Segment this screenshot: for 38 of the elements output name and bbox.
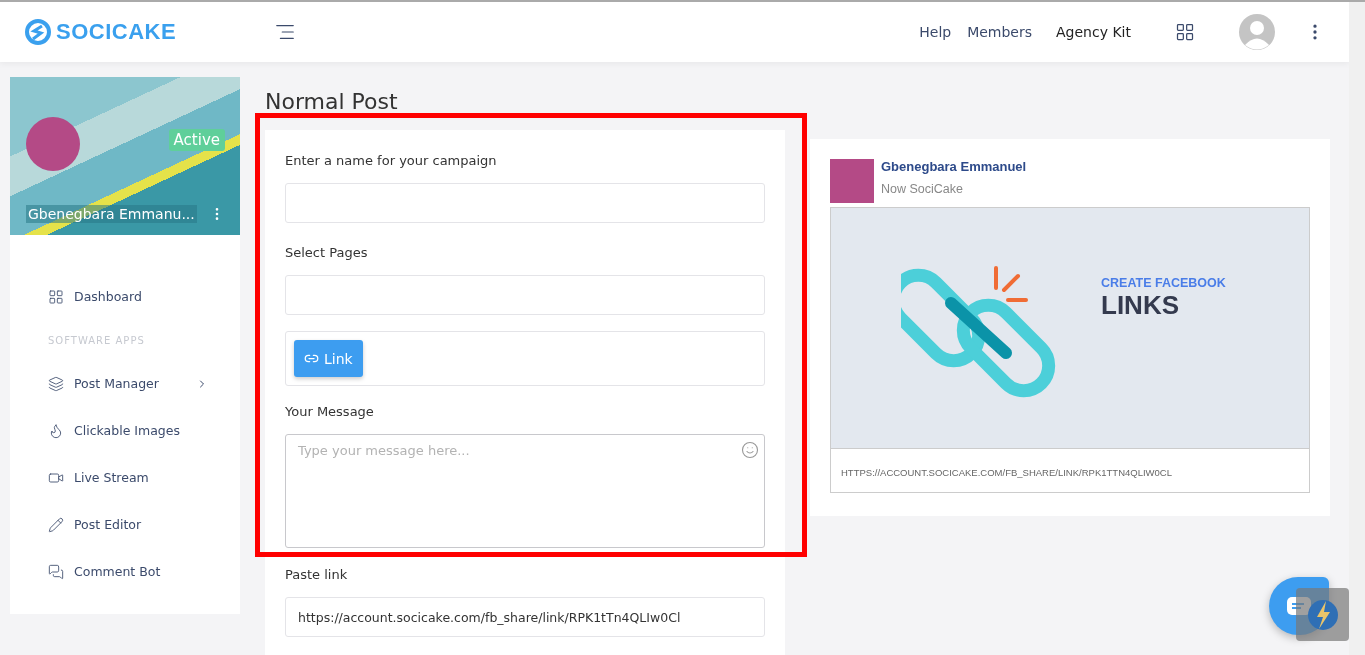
select-pages-field[interactable] — [285, 275, 765, 315]
user-avatar-icon[interactable] — [1239, 14, 1275, 50]
logo-icon — [24, 18, 52, 46]
page-title: Normal Post — [265, 89, 399, 115]
field-label: Paste link — [285, 567, 349, 583]
extension-icon[interactable] — [1296, 588, 1349, 641]
apps-grid-icon[interactable] — [1175, 22, 1195, 42]
sidebar-item[interactable]: Comment Bot — [48, 548, 208, 595]
image-title: LINKS — [1101, 289, 1180, 321]
emoji-icon[interactable] — [741, 441, 759, 459]
nav-link[interactable]: Help — [919, 24, 952, 40]
profile-name: Gbenegbara Emmanu... — [26, 205, 197, 223]
sidebar-item[interactable]: Clickable Images — [48, 407, 208, 454]
sidebar-item[interactable]: Dashboard — [48, 273, 208, 320]
nav-link[interactable]: Agency Kit — [1056, 24, 1131, 40]
section-heading: SOFTWARE APPS — [48, 333, 146, 348]
photo-placeholder — [830, 159, 874, 203]
paste-link-field[interactable]: https://account.socicake.com/fb_share/link/RPK1tTn4QLIw0Cl — [285, 597, 765, 637]
sidebar-item[interactable]: Post Manager — [48, 360, 208, 407]
image-kicker: CREATE FACEBOOK — [1101, 275, 1226, 290]
menu-item-icon — [48, 516, 64, 533]
campaign-name-field[interactable] — [285, 183, 765, 223]
menu-item-icon — [48, 563, 64, 580]
field-label: Select Pages — [285, 245, 369, 261]
sidebar-item[interactable]: Post Editor — [48, 501, 208, 548]
nav-link[interactable]: Members — [967, 24, 1033, 40]
field-label: Your Message — [285, 404, 375, 420]
sidebar-item[interactable]: Live Stream — [48, 454, 208, 501]
post-subtitle: Now SociCake — [881, 182, 964, 196]
avatar-placeholder — [26, 117, 80, 171]
field-label: Enter a name for your campaign — [285, 153, 498, 169]
author-name[interactable]: Gbenegbara Emmanuel — [881, 159, 1027, 174]
menu-item-icon — [48, 375, 64, 392]
menu-item-icon — [48, 288, 64, 305]
message-field[interactable]: Type your message here... — [285, 434, 765, 548]
status-badge: Active — [168, 129, 225, 151]
link-url[interactable]: HTTPS://ACCOUNT.SOCICAKE.COM/FB_SHARE/LINK/RPK1TTN4QLIW0CL — [831, 449, 1309, 492]
menu-item-icon — [48, 422, 64, 439]
